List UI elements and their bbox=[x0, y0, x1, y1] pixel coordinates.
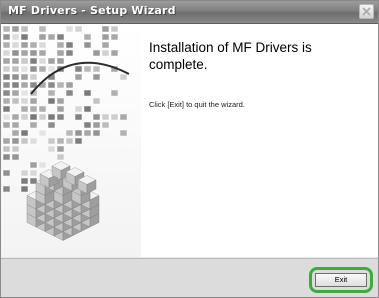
wizard-content: Installation of MF Drivers is complete. … bbox=[1, 24, 378, 257]
completion-heading: Installation of MF Drivers is complete. bbox=[149, 40, 312, 72]
close-icon bbox=[362, 7, 371, 16]
exit-instruction: Click [Exit] to quit the wizard. bbox=[149, 100, 245, 109]
title-bar[interactable]: MF Drivers - Setup Wizard bbox=[1, 1, 378, 24]
setup-wizard-window: MF Drivers - Setup Wizard Installation o… bbox=[0, 0, 379, 298]
window-title: MF Drivers - Setup Wizard bbox=[8, 4, 176, 17]
button-bar: Exit bbox=[1, 258, 378, 297]
close-button[interactable] bbox=[359, 4, 374, 19]
exit-button[interactable]: Exit bbox=[315, 273, 367, 287]
exit-button-highlight: Exit bbox=[309, 267, 373, 293]
cube-blocks-illustration bbox=[1, 24, 141, 257]
